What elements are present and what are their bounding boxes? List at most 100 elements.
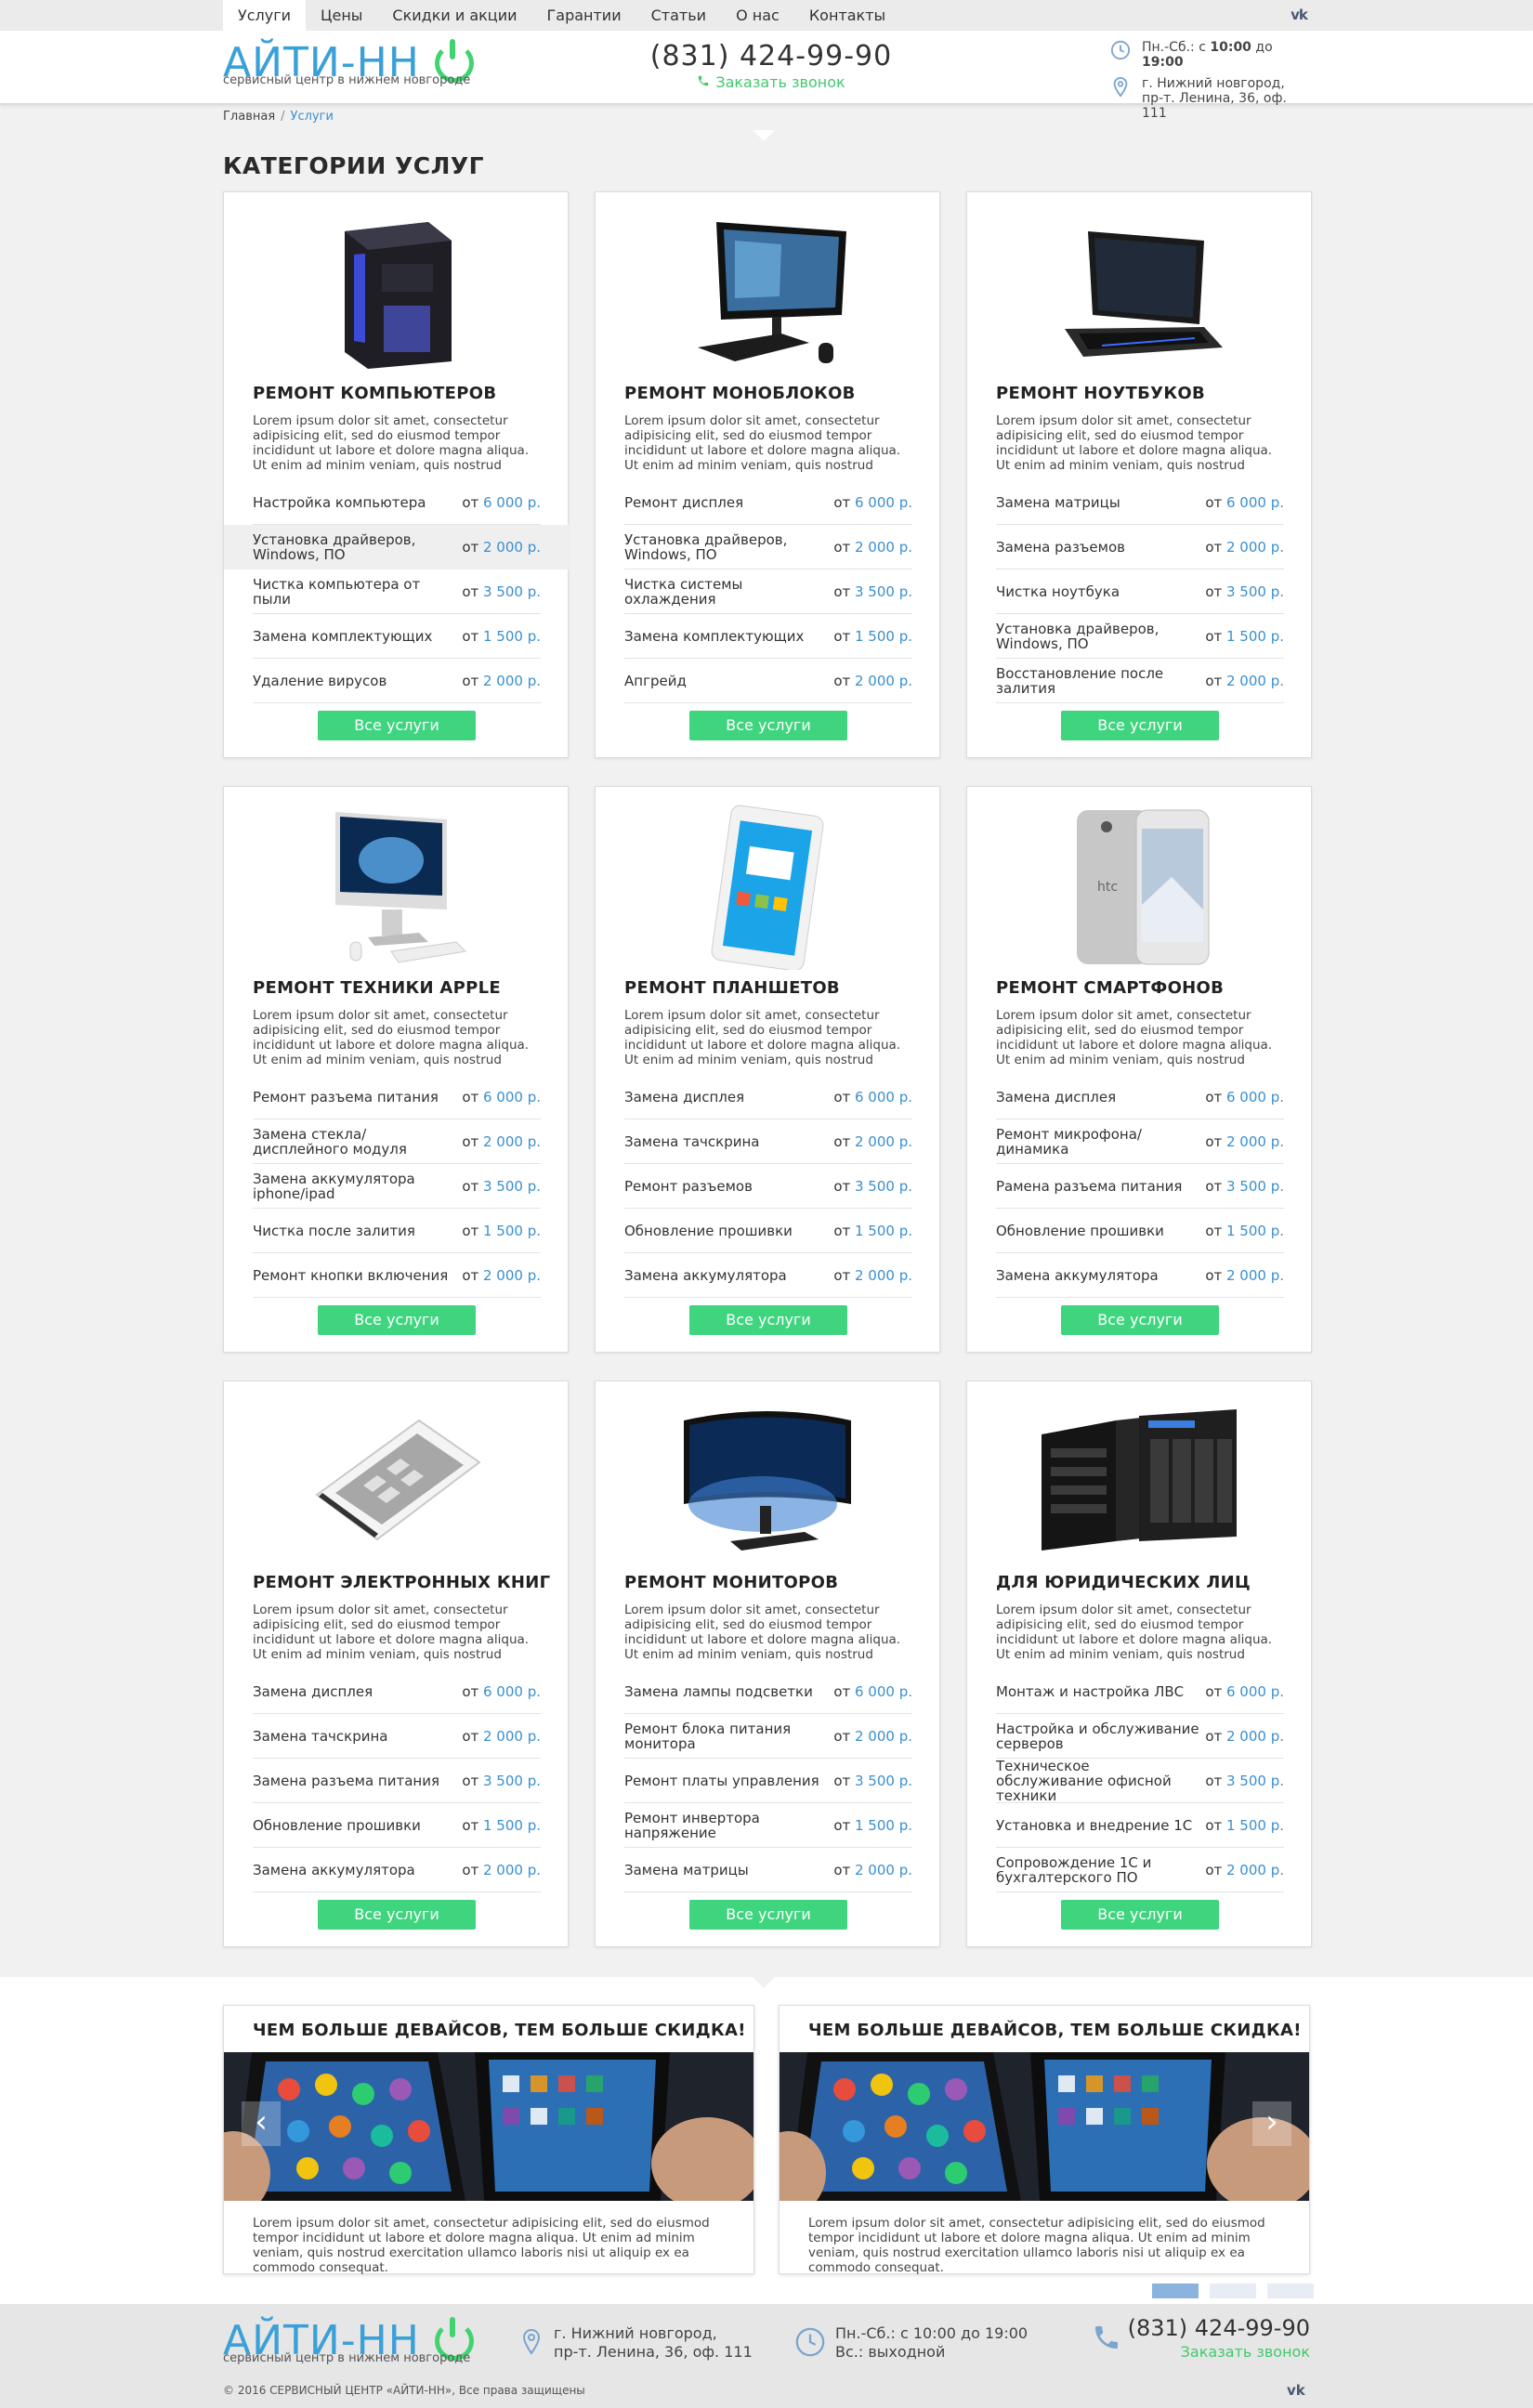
slider-dot[interactable] <box>1210 2284 1256 2298</box>
service-row[interactable]: Апгрейд от 2 000 р. <box>624 659 912 703</box>
footer-callback-link[interactable]: Заказать звонок <box>1087 2343 1310 2361</box>
service-row[interactable]: Сопровождение 1С и бухгалтерского ПО от 2… <box>996 1848 1284 1892</box>
breadcrumb-home[interactable]: Главная <box>223 110 275 124</box>
service-row[interactable]: Замена аккумулятора от 2 000 р. <box>253 1848 541 1892</box>
service-row[interactable]: Обновление прошивки от 1 500 р. <box>253 1803 541 1848</box>
service-row[interactable]: Удаление вирусов от 2 000 р. <box>253 659 541 703</box>
service-row[interactable]: Чистка системы охлаждения от 3 500 р. <box>624 569 912 614</box>
all-services-button[interactable]: Все услуги <box>1061 1900 1219 1930</box>
nav-item-ceny[interactable]: Цены <box>306 0 377 31</box>
service-row[interactable]: Чистка компьютера от пыли от 3 500 р. <box>253 569 541 614</box>
service-row[interactable]: Чистка после залития от 1 500 р. <box>253 1209 541 1253</box>
service-row[interactable]: Замена стекла/ дисплейного модуля от 2 00… <box>253 1119 541 1164</box>
service-row[interactable]: Замена матрицы от 2 000 р. <box>624 1848 912 1892</box>
card-title: РЕМОНТ ЭЛЕКТРОННЫХ КНИГ <box>253 1573 551 1592</box>
all-services-button[interactable]: Все услуги <box>318 1900 476 1930</box>
service-row[interactable]: Ремонт микрофона/ динамика от 2 000 р. <box>996 1119 1284 1164</box>
service-row[interactable]: Замена аккумулятора от 2 000 р. <box>624 1253 912 1298</box>
slider-next-button[interactable]: › <box>1252 2101 1291 2146</box>
service-row[interactable]: Настройка и обслуживание серверов от 2 00… <box>996 1714 1284 1759</box>
service-row[interactable]: Замена разъема питания от 3 500 р. <box>253 1759 541 1803</box>
service-price: от 2 000 р. <box>462 1861 541 1878</box>
service-row[interactable]: Замена тачскрина от 2 000 р. <box>624 1119 912 1164</box>
service-row[interactable]: Замена разъемов от 2 000 р. <box>996 525 1284 569</box>
all-services-button[interactable]: Все услуги <box>689 1900 847 1930</box>
all-services-button[interactable]: Все услуги <box>1061 711 1219 740</box>
header-phone[interactable]: (831) 424-99-90 <box>646 40 897 72</box>
service-price: от 2 000 р. <box>1205 672 1284 689</box>
service-name: Установка драйверов, Windows, ПО <box>253 530 416 563</box>
service-list: Ремонт дисплея от 6 000 р. Установка драйв… <box>624 480 912 703</box>
service-row[interactable]: Восстановление после залития от 2 000 р. <box>996 659 1284 703</box>
service-row[interactable]: Ремонт кнопки включения от 2 000 р. <box>253 1253 541 1298</box>
service-row[interactable]: Ремонт блока питания монитора от 2 000 р. <box>624 1714 912 1759</box>
service-price: от 2 000 р. <box>1205 1132 1284 1150</box>
service-name: Техническое обслуживание офисной техники <box>996 1757 1172 1804</box>
service-row[interactable]: Монтаж и настройка ЛВС от 6 000 р. <box>996 1669 1284 1714</box>
all-services-button[interactable]: Все услуги <box>689 1305 847 1335</box>
service-row[interactable]: Замена аккумулятора iphone/ipad от 3 500 … <box>253 1164 541 1209</box>
service-row[interactable]: Чистка ноутбука от 3 500 р. <box>996 569 1284 614</box>
all-services-button[interactable]: Все услуги <box>1061 1305 1219 1335</box>
nav-item-o-nas[interactable]: О нас <box>721 0 794 31</box>
vk-icon[interactable]: vk <box>1287 2382 1305 2399</box>
service-row[interactable]: Рамена разъема питания от 3 500 р. <box>996 1164 1284 1209</box>
logo[interactable]: АЙТИ-НН сервисный центр в нижнем новгоро… <box>223 31 492 105</box>
service-row[interactable]: Ремонт разъемов от 3 500 р. <box>624 1164 912 1209</box>
service-row[interactable]: Ремонт платы управления от 3 500 р. <box>624 1759 912 1803</box>
service-name: Установка драйверов, Windows, ПО <box>624 530 788 563</box>
service-name: Монтаж и настройка ЛВС <box>996 1682 1185 1700</box>
service-row[interactable]: Замена тачскрина от 2 000 р. <box>253 1714 541 1759</box>
slider-dot[interactable] <box>1152 2284 1199 2298</box>
service-row[interactable]: Замена матрицы от 6 000 р. <box>996 480 1284 525</box>
service-name: Ремонт платы управления <box>624 1772 819 1789</box>
service-row[interactable]: Ремонт инвертора напряжение от 1 500 р. <box>624 1803 912 1848</box>
service-row[interactable]: Установка драйверов, Windows, ПО от 2 000… <box>224 525 570 569</box>
all-services-button[interactable]: Все услуги <box>689 711 847 740</box>
vk-icon[interactable]: vk <box>1288 5 1310 25</box>
service-row[interactable]: Установка и внедрение 1С от 1 500 р. <box>996 1803 1284 1848</box>
service-name: Замена разъема питания <box>253 1772 439 1789</box>
service-row[interactable]: Техническое обслуживание офисной техники… <box>996 1759 1284 1803</box>
service-row[interactable]: Установка драйверов, Windows, ПО от 2 000… <box>624 525 912 569</box>
service-row[interactable]: Замена комплектующих от 1 500 р. <box>624 614 912 659</box>
service-row[interactable]: Обновление прошивки от 1 500 р. <box>624 1209 912 1253</box>
nav-item-uslugi[interactable]: Услуги <box>223 0 307 31</box>
footer-phone[interactable]: (831) 424-99-90 <box>1087 2315 1310 2341</box>
service-name: Восстановление после залития <box>996 664 1164 697</box>
all-services-button[interactable]: Все услуги <box>318 711 476 740</box>
service-card: РЕМОНТ МОНОБЛОКОВ Lorem ipsum dolor sit a… <box>595 191 940 758</box>
service-row[interactable]: Замена лампы подсветки от 6 000 р. <box>624 1669 912 1714</box>
service-row[interactable]: Замена дисплея от 6 000 р. <box>996 1075 1284 1119</box>
service-name: Чистка системы охлаждения <box>624 575 743 608</box>
service-row[interactable]: Замена аккумулятора от 2 000 р. <box>996 1253 1284 1298</box>
service-row[interactable]: Обновление прошивки от 1 500 р. <box>996 1209 1284 1253</box>
nav-item-garantii[interactable]: Гарантии <box>532 0 636 31</box>
header-address: г. Нижний новгород, пр-т. Ленина, 36, оф… <box>1110 76 1310 121</box>
breadcrumb: Главная / Услуги <box>223 110 334 124</box>
slider-prev-button[interactable]: ‹ <box>242 2101 281 2146</box>
clock-icon <box>1110 40 1131 60</box>
callback-link[interactable]: Заказать звонок <box>646 73 897 91</box>
service-price: от 6 000 р. <box>833 1682 912 1700</box>
card-title: РЕМОНТ МОНОБЛОКОВ <box>624 384 856 403</box>
service-price: от 6 000 р. <box>1205 1088 1284 1106</box>
service-row[interactable]: Установка драйверов, Windows, ПО от 1 500… <box>996 614 1284 659</box>
service-price: от 2 000 р. <box>1205 1266 1284 1284</box>
nav-item-kontakty[interactable]: Контакты <box>794 0 900 31</box>
service-price: от 6 000 р. <box>833 1088 912 1106</box>
service-price: от 2 000 р. <box>1205 538 1284 556</box>
service-price: от 6 000 р. <box>1205 493 1284 511</box>
service-row[interactable]: Настройка компьютера от 6 000 р. <box>253 480 541 525</box>
nav-item-stati[interactable]: Статьи <box>636 0 721 31</box>
nav-item-skidki[interactable]: Скидки и акции <box>377 0 531 31</box>
service-row[interactable]: Замена дисплея от 6 000 р. <box>624 1075 912 1119</box>
all-services-button[interactable]: Все услуги <box>318 1305 476 1335</box>
promo-image <box>224 2052 753 2201</box>
service-row[interactable]: Замена дисплея от 6 000 р. <box>253 1669 541 1714</box>
service-row[interactable]: Замена комплектующих от 1 500 р. <box>253 614 541 659</box>
slider-dot[interactable] <box>1267 2284 1314 2298</box>
service-row[interactable]: Ремонт разъема питания от 6 000 р. <box>253 1075 541 1119</box>
footer-logo[interactable]: АЙТИ-НН сервисный центр в нижнем новгоро… <box>223 2317 492 2374</box>
service-row[interactable]: Ремонт дисплея от 6 000 р. <box>624 480 912 525</box>
